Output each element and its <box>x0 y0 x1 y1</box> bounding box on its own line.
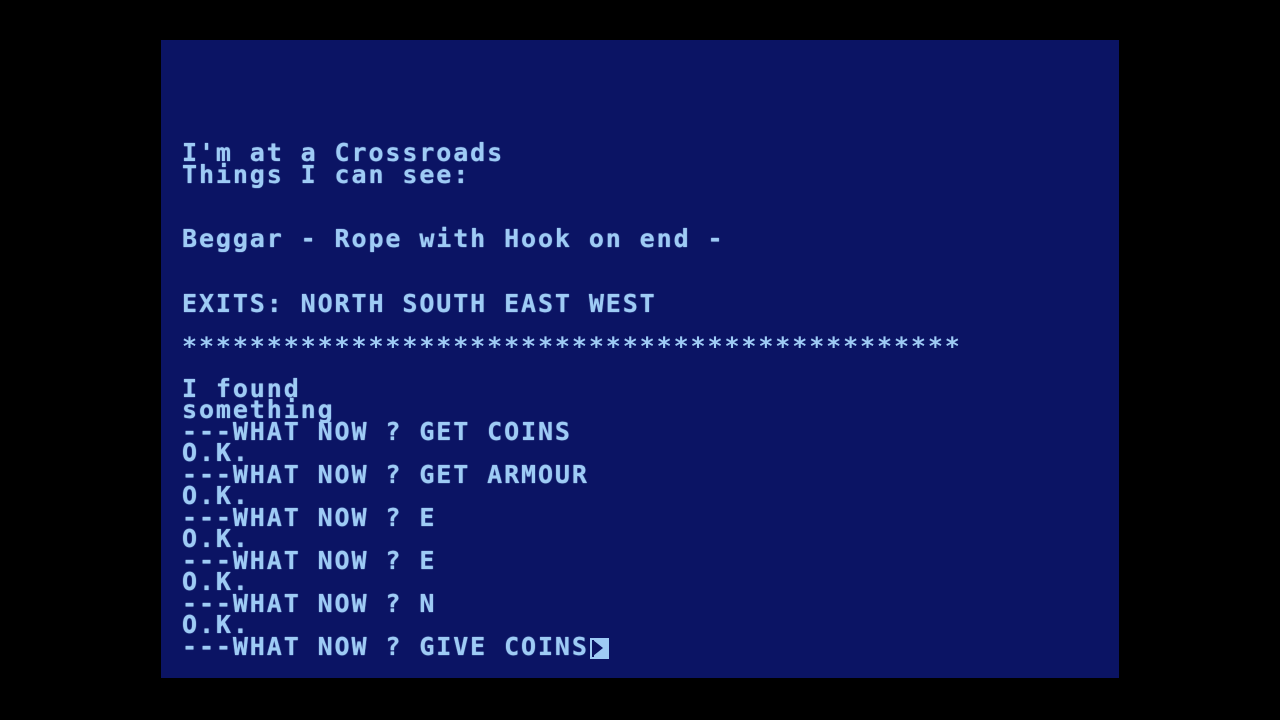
room-exits-line: EXITS: NORTH SOUTH EAST WEST <box>182 289 657 318</box>
separator-line: ****************************************… <box>182 334 962 359</box>
game-window: I'm at a Crossroads Things I can see: Be… <box>0 0 1280 720</box>
game-screen: I'm at a Crossroads Things I can see: Be… <box>161 40 1119 678</box>
command-prompt-line[interactable]: ---WHAT NOW ? GIVE COINS <box>182 634 609 659</box>
screen-content: I'm at a Crossroads Things I can see: Be… <box>161 40 1119 678</box>
text-cursor-icon <box>589 638 609 659</box>
room-things-header: Things I can see: <box>182 160 471 189</box>
command-prompt-text: ---WHAT NOW ? GIVE COINS <box>182 632 589 661</box>
room-items-line: Beggar - Rope with Hook on end - <box>182 224 725 253</box>
